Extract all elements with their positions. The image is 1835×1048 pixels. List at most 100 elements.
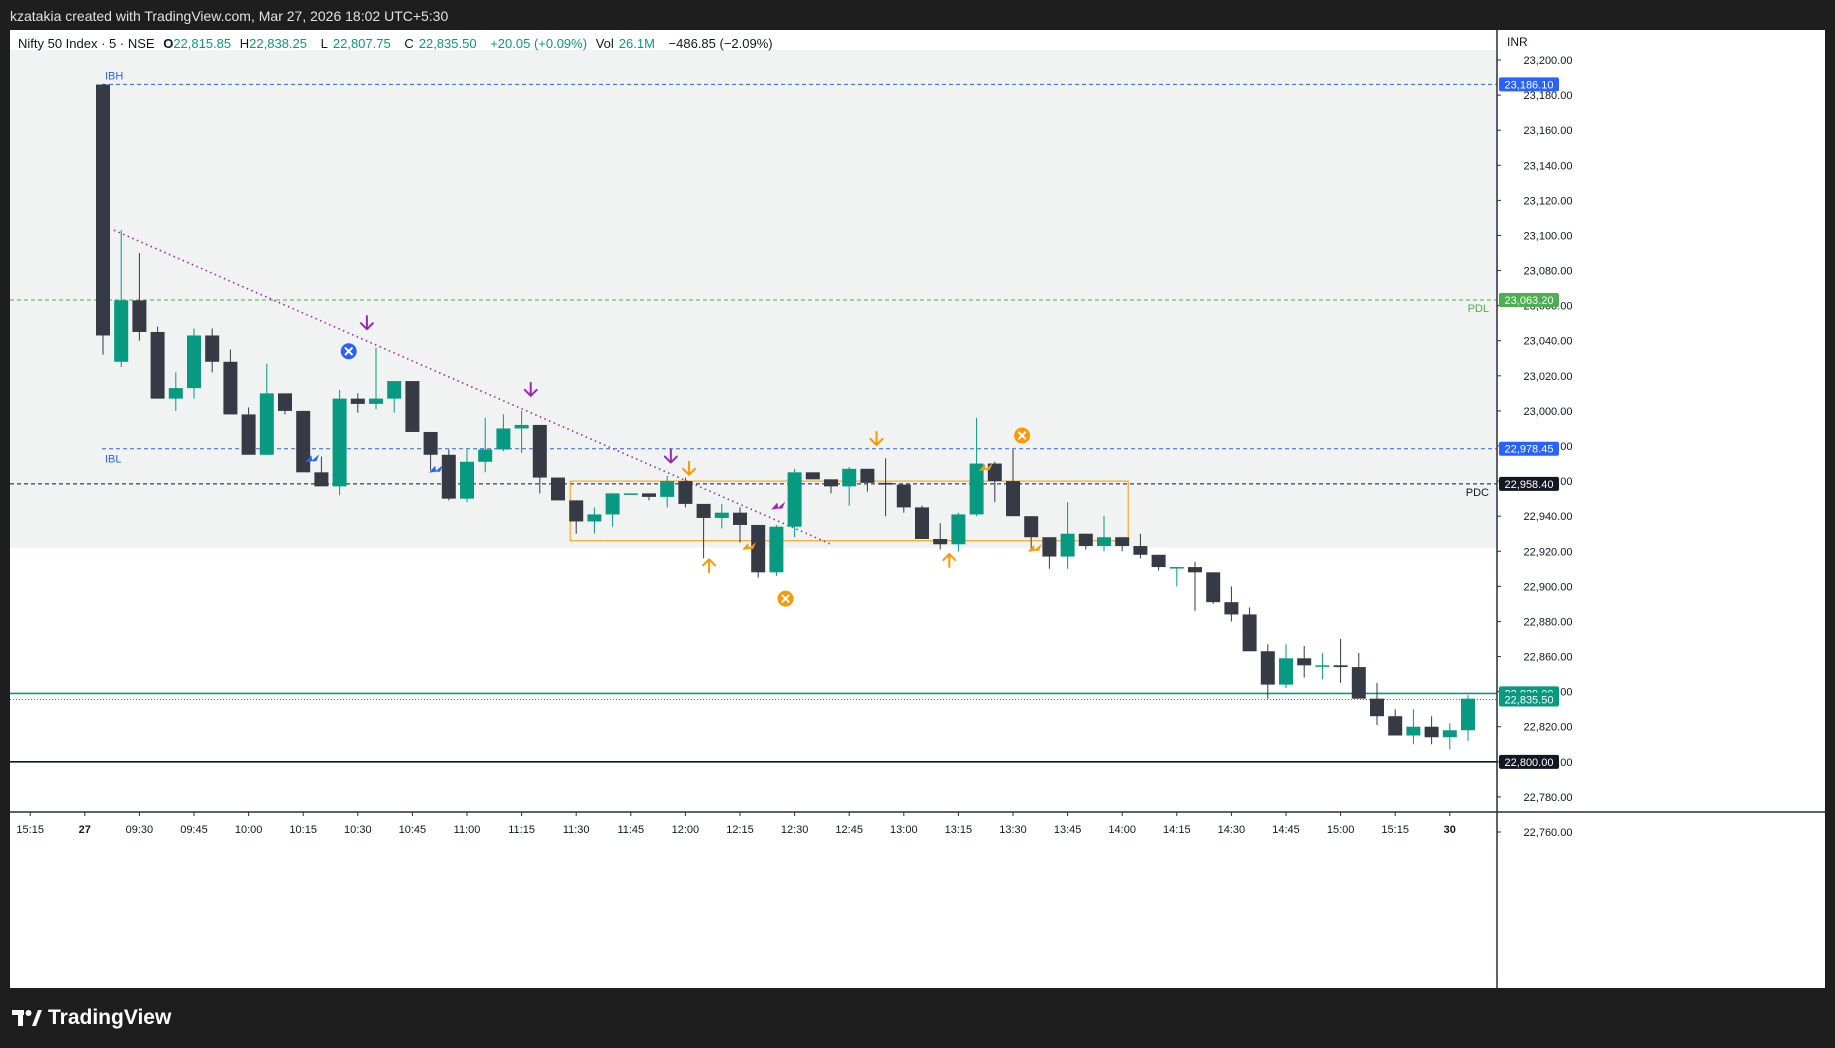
- candle[interactable]: [1206, 572, 1221, 604]
- signal-x-circle-icon[interactable]: [777, 590, 794, 607]
- candle[interactable]: [1442, 723, 1457, 750]
- candle[interactable]: [1333, 639, 1348, 683]
- candle-body: [496, 428, 511, 450]
- price-tick-label: 23,180.00: [1524, 90, 1573, 102]
- price-tick-label: 23,000.00: [1524, 406, 1573, 418]
- candle[interactable]: [1315, 653, 1330, 680]
- price-tick-label: 23,200.00: [1524, 55, 1573, 67]
- candle[interactable]: [1388, 709, 1403, 736]
- time-tick-label: 14:45: [1272, 824, 1300, 836]
- time-tick-label: 12:30: [781, 824, 809, 836]
- candlestick-chart[interactable]: IBH PDL IBL PDC INR 23,200.00 23,180.00 23,160.…: [10, 30, 1825, 988]
- candle[interactable]: [187, 328, 201, 399]
- candle[interactable]: [1351, 653, 1366, 699]
- candle-body: [933, 538, 948, 545]
- price-tick-label: 22,880.00: [1524, 616, 1573, 628]
- price-badge-label: 23,063.20: [1505, 295, 1554, 307]
- candle[interactable]: [1188, 561, 1202, 611]
- price-tick-label: 22,760.00: [1524, 827, 1573, 839]
- candle[interactable]: [1279, 644, 1293, 689]
- candle-body: [423, 431, 438, 455]
- candle-body: [1424, 726, 1439, 738]
- candle-body: [587, 514, 602, 522]
- candle[interactable]: [1242, 607, 1257, 652]
- candle-body: [1188, 567, 1202, 573]
- candle[interactable]: [751, 524, 766, 578]
- candle-body: [150, 331, 165, 399]
- signal-arrow-up-icon[interactable]: [702, 558, 717, 574]
- brand-name: TradingView: [48, 1006, 172, 1029]
- candle-body: [787, 472, 802, 527]
- candle-body: [1006, 481, 1020, 517]
- candle[interactable]: [296, 410, 311, 473]
- candle[interactable]: [1370, 682, 1384, 725]
- candle-body: [1078, 533, 1093, 547]
- candle-body: [605, 493, 620, 515]
- candle[interactable]: [1297, 646, 1312, 678]
- price-badge-label: 22,800.00: [1505, 757, 1554, 769]
- candle-body: [259, 393, 274, 455]
- candle-body: [1151, 554, 1166, 568]
- candle[interactable]: [805, 472, 820, 480]
- legend-high-label: H: [239, 36, 250, 51]
- legend-volume-change: −486.85 (−2.09%): [668, 36, 773, 51]
- chart-frame[interactable]: IBH PDL IBL PDC INR 23,200.00 23,180.00 23,160.…: [10, 30, 1825, 988]
- price-tick-label: 23,120.00: [1524, 195, 1573, 207]
- candle[interactable]: [1461, 695, 1475, 741]
- candle-body: [569, 500, 584, 522]
- currency-label[interactable]: INR: [1507, 35, 1528, 49]
- candle[interactable]: [405, 381, 420, 432]
- candle-body: [878, 482, 893, 485]
- candle[interactable]: [441, 449, 456, 501]
- candle-body: [1315, 665, 1330, 667]
- candle[interactable]: [678, 477, 693, 508]
- candle-body: [1169, 567, 1184, 569]
- candle[interactable]: [150, 326, 165, 399]
- candle[interactable]: [915, 505, 929, 539]
- candle-body: [369, 398, 383, 404]
- time-tick-label: 09:45: [180, 824, 208, 836]
- price-tick-label: 22,920.00: [1524, 546, 1573, 558]
- candle-body: [205, 335, 220, 362]
- time-tick-label: 09:30: [126, 824, 154, 836]
- candle[interactable]: [551, 477, 565, 501]
- candle-body: [951, 514, 966, 545]
- candle-body: [1388, 716, 1403, 736]
- candle[interactable]: [332, 389, 347, 496]
- candle[interactable]: [1169, 567, 1184, 587]
- price-tick-label: 22,820.00: [1524, 722, 1573, 734]
- price-badge-label: 22,978.45: [1505, 444, 1554, 456]
- candle[interactable]: [1115, 537, 1130, 552]
- candle[interactable]: [1260, 644, 1275, 699]
- candle[interactable]: [241, 407, 256, 455]
- price-tick-label: 22,940.00: [1524, 511, 1573, 523]
- candle[interactable]: [1224, 586, 1239, 622]
- candle[interactable]: [1424, 716, 1439, 745]
- candle-body: [441, 454, 456, 499]
- candle-body: [623, 493, 638, 495]
- candle-body: [1351, 667, 1366, 699]
- candle[interactable]: [1042, 537, 1057, 569]
- price-tick-label: 22,900.00: [1524, 581, 1573, 593]
- candle[interactable]: [96, 84, 110, 355]
- signal-arrow-up-icon[interactable]: [942, 553, 957, 569]
- candle[interactable]: [1406, 709, 1421, 745]
- level-name-pdc: PDC: [1466, 487, 1489, 499]
- price-tick-label: 23,140.00: [1524, 160, 1573, 172]
- candle-body: [132, 300, 147, 332]
- signal-x-circle-icon[interactable]: [340, 343, 357, 360]
- candle[interactable]: [769, 524, 784, 576]
- tradingview-logo[interactable]: TradingView: [12, 1006, 171, 1030]
- candle[interactable]: [1151, 554, 1166, 571]
- legend-low-value: 22,807.75: [332, 36, 391, 51]
- candle-body: [314, 472, 329, 487]
- candle-body: [824, 479, 838, 487]
- time-tick-label: 13:45: [1054, 824, 1082, 836]
- candle[interactable]: [623, 493, 638, 495]
- legend-symbol[interactable]: Nifty 50 Index · 5 · NSE: [18, 36, 155, 51]
- candle-body: [1224, 602, 1239, 615]
- candle-body: [969, 463, 984, 515]
- candle-body: [842, 468, 857, 487]
- signal-x-circle-icon[interactable]: [1014, 427, 1031, 444]
- candle-body: [1297, 658, 1312, 666]
